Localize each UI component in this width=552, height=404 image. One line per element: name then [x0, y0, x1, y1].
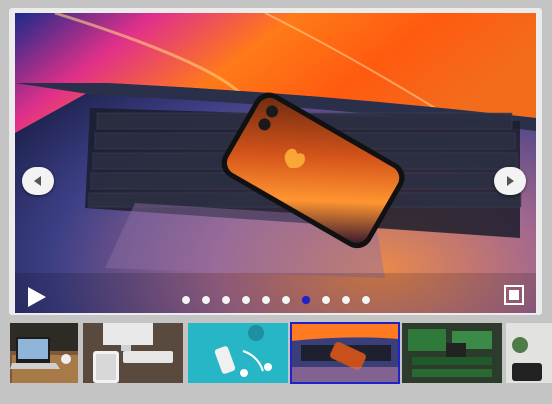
horizontal-scrollbar[interactable]: [0, 390, 552, 404]
pagination-dot-3[interactable]: [221, 296, 230, 304]
slide-viewport[interactable]: [15, 13, 536, 313]
pagination-dot-2[interactable]: [201, 296, 210, 304]
pagination-dot-10[interactable]: [361, 296, 370, 304]
thumbnail-6[interactable]: [506, 323, 552, 383]
chevron-right-icon: [507, 176, 514, 186]
pagination-dot-9[interactable]: [341, 296, 350, 304]
thumbnail-5[interactable]: [402, 323, 502, 383]
pagination-dot-7[interactable]: [301, 296, 310, 304]
pagination-dot-5[interactable]: [261, 296, 270, 304]
thumbnail-strip: [0, 320, 552, 388]
next-slide-button[interactable]: [494, 167, 526, 195]
pagination-dot-8[interactable]: [321, 296, 330, 304]
prev-slide-button[interactable]: [22, 167, 54, 195]
thumbnail-2[interactable]: [83, 323, 183, 383]
image-slider: [9, 8, 542, 315]
thumbnail-3[interactable]: [188, 323, 288, 383]
pagination-dot-4[interactable]: [241, 296, 250, 304]
slide-pagination: [15, 296, 536, 306]
pagination-dot-1[interactable]: [181, 296, 190, 304]
thumbnail-4[interactable]: [290, 322, 400, 384]
pagination-dot-6[interactable]: [281, 296, 290, 304]
thumbnail-1[interactable]: [10, 323, 78, 383]
chevron-left-icon: [34, 176, 41, 186]
main-slide-image: [15, 13, 536, 313]
